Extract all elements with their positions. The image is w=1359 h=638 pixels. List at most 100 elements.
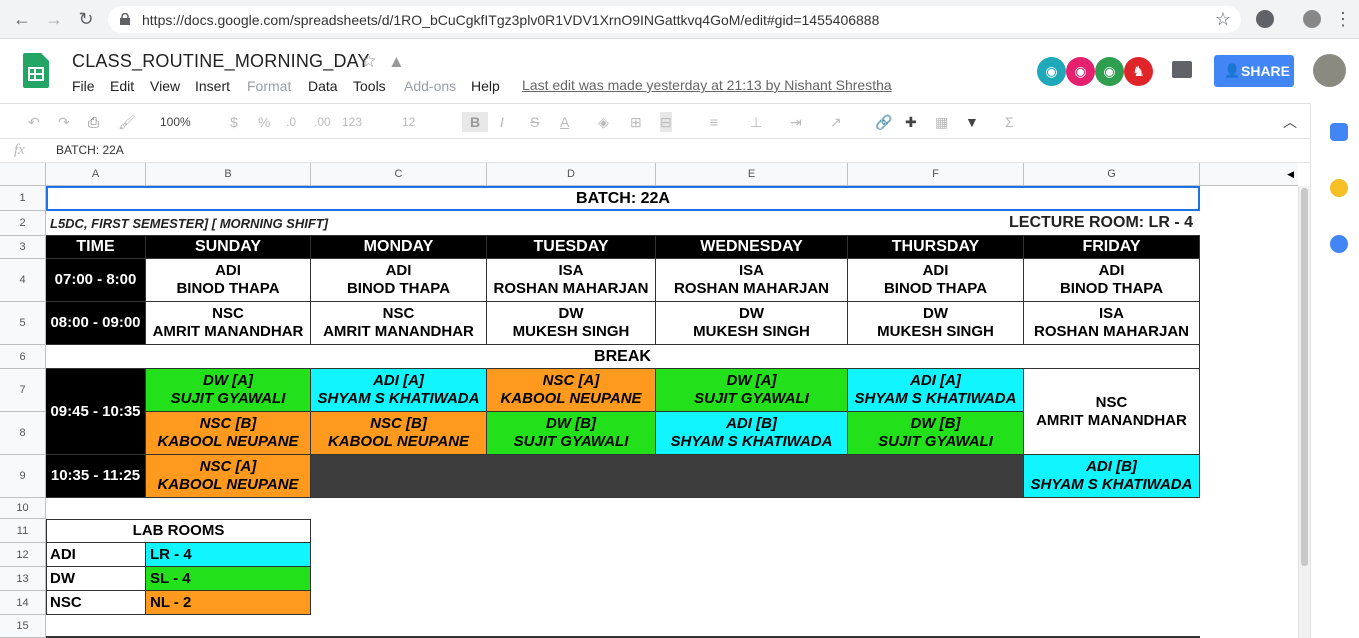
currency-format-button[interactable]: $ [230,112,238,132]
document-title[interactable]: CLASS_ROUTINE_MORNING_DAY [72,51,370,72]
bookmark-star-icon[interactable]: ☆ [1215,9,1231,30]
merge-cells-icon[interactable]: ⊟ [660,112,672,132]
time-slot-4[interactable]: 10:35 - 11:25 [46,455,146,498]
borders-icon[interactable]: ⊞ [630,112,642,132]
menu-insert[interactable]: Insert [195,78,230,94]
header-friday[interactable]: FRIDAY [1024,236,1200,259]
menu-help[interactable]: Help [471,78,500,94]
row-header-15[interactable]: 15 [0,615,46,638]
paint-format-icon[interactable]: 🖌 [118,112,136,132]
menu-tools[interactable]: Tools [353,78,386,94]
row-header-7[interactable]: 7 [0,369,46,412]
lab-subject[interactable]: ADI [46,543,146,567]
column-header-g[interactable]: G [1024,163,1200,186]
row-header-2[interactable]: 2 [0,211,46,236]
class-cell[interactable]: ADI BINOD THAPA [1024,259,1200,302]
lab-room[interactable]: NL - 2 [146,591,311,615]
column-header-d[interactable]: D [487,163,656,186]
row-header-1[interactable]: 1 [0,186,46,211]
font-size-select[interactable]: 12 [402,112,415,132]
class-cell[interactable]: DW MUKESH SINGH [656,302,848,345]
reload-icon[interactable]: ↻ [76,9,96,29]
empty-block[interactable] [311,455,1024,498]
percent-format-button[interactable]: % [258,112,270,132]
lab-cell[interactable]: NSC [B] KABOOL NEUPANE [146,412,311,455]
decrease-decimal-button[interactable]: .0 [286,112,296,132]
lab-cell[interactable]: DW [B] SUJIT GYAWALI [848,412,1024,455]
row-header-6[interactable]: 6 [0,345,46,369]
share-button[interactable]: 👤 SHARE [1214,55,1294,87]
class-cell[interactable]: ADI BINOD THAPA [848,259,1024,302]
class-cell[interactable]: DW MUKESH SINGH [487,302,656,345]
column-header-e[interactable]: E [656,163,848,186]
lab-subject[interactable]: DW [46,567,146,591]
star-icon[interactable]: ☆ [360,50,377,73]
lab-cell[interactable]: DW [B] SUJIT GYAWALI [487,412,656,455]
lab-cell[interactable]: NSC [B] KABOOL NEUPANE [311,412,487,455]
menu-addons[interactable]: Add-ons [404,78,456,94]
more-menu-icon[interactable]: ⋮ [1333,9,1353,29]
fill-color-icon[interactable]: ◈ [598,112,609,132]
row-header-13[interactable]: 13 [0,567,46,591]
address-bar[interactable]: https://docs.google.com/spreadsheets/d/1… [108,6,1241,33]
class-cell[interactable]: ISA ROSHAN MAHARJAN [487,259,656,302]
column-header-b[interactable]: B [146,163,311,186]
lab-room[interactable]: SL - 4 [146,567,311,591]
header-tuesday[interactable]: TUESDAY [487,236,656,259]
strikethrough-button[interactable]: S [530,112,539,132]
functions-icon[interactable]: Σ [1005,112,1014,132]
account-avatar[interactable] [1313,54,1346,87]
column-header-c[interactable]: C [311,163,487,186]
row-header-14[interactable]: 14 [0,591,46,615]
header-monday[interactable]: MONDAY [311,236,487,259]
collaborator-avatar[interactable]: ♞ [1124,57,1153,86]
row-header-3[interactable]: 3 [0,236,46,259]
header-time[interactable]: TIME [46,236,146,259]
class-cell[interactable]: ADI BINOD THAPA [146,259,311,302]
row-header-4[interactable]: 4 [0,259,46,302]
move-to-folder-icon[interactable]: ▲ [388,52,405,72]
last-edit-link[interactable]: Last edit was made yesterday at 21:13 by… [522,77,892,93]
redo-icon[interactable]: ↷ [58,112,70,132]
lab-rooms-title[interactable]: LAB ROOMS [46,519,311,543]
class-cell[interactable]: NSC AMRIT MANANDHAR [146,302,311,345]
lab-cell[interactable]: ADI [A] SHYAM S KHATIWADA [848,369,1024,412]
insert-comment-icon[interactable]: ✚ [905,112,917,132]
text-wrapping-icon[interactable]: ⇥ [790,112,802,132]
horizontal-align-icon[interactable]: ≡ [710,112,718,132]
menu-file[interactable]: File [72,78,95,94]
header-thursday[interactable]: THURSDAY [848,236,1024,259]
lab-cell[interactable]: ADI [B] SHYAM S KHATIWADA [1024,455,1200,498]
collaborator-avatar[interactable]: ◉ [1037,57,1066,86]
lecture-room-cell[interactable]: LECTURE ROOM: LR - 4 [1009,214,1193,232]
scrollbar-thumb[interactable] [1301,188,1308,566]
calendar-icon[interactable] [1330,123,1348,141]
italic-button[interactable]: I [500,112,504,132]
class-cell[interactable]: NSC AMRIT MANANDHAR [311,302,487,345]
scroll-left-icon[interactable]: ◀ [1287,163,1294,186]
column-header-a[interactable]: A [46,163,146,186]
class-cell[interactable]: NSC AMRIT MANANDHAR [1024,369,1200,455]
break-row[interactable]: BREAK [46,345,1200,369]
row-header-9[interactable]: 9 [0,455,46,498]
insert-link-icon[interactable]: 🔗 [875,112,892,132]
forward-icon[interactable]: → [44,9,64,29]
select-all-corner[interactable] [0,163,46,186]
insert-chart-icon[interactable]: ▦ [935,112,948,132]
lab-cell[interactable]: ADI [B] SHYAM S KHATIWADA [656,412,848,455]
more-formats-button[interactable]: 123 [342,112,362,132]
time-slot-2[interactable]: 08:00 - 09:00 [46,302,146,345]
comments-icon[interactable] [1172,61,1192,78]
text-rotation-icon[interactable]: ↗ [830,112,842,132]
menu-view[interactable]: View [150,78,180,94]
batch-title-cell[interactable]: BATCH: 22A [46,186,1200,211]
profile-avatar[interactable] [1303,10,1321,28]
lab-cell[interactable]: ADI [A] SHYAM S KHATIWADA [311,369,487,412]
menu-edit[interactable]: Edit [110,78,134,94]
lab-cell[interactable]: NSC [A] KABOOL NEUPANE [487,369,656,412]
menu-data[interactable]: Data [308,78,338,94]
time-slot-3[interactable]: 09:45 - 10:35 [46,369,146,455]
lab-subject[interactable]: NSC [46,591,146,615]
formula-input[interactable]: BATCH: 22A [56,143,124,157]
collaborator-avatar[interactable]: ◉ [1066,57,1095,86]
